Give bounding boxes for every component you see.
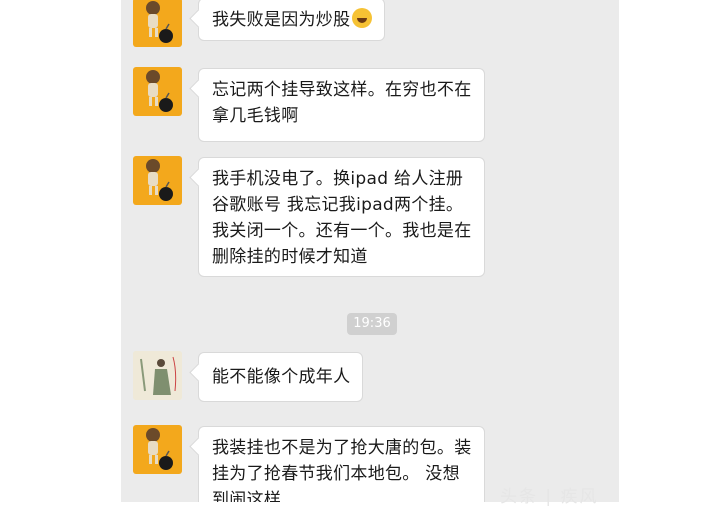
message-line: 我关闭一个。还有一个。我也是在	[212, 221, 472, 241]
message-line: 我手机没电了。换ipad 给人注册	[212, 169, 464, 189]
message-line: 拿几毛钱啊	[212, 106, 299, 126]
message-line: 谷歌账号 我忘记我ipad两个挂。	[212, 195, 464, 215]
message-line: 忘记两个挂导致这样。在穷也不在	[212, 80, 472, 100]
painting-figure-avatar[interactable]	[133, 351, 182, 400]
monk-bomb-avatar[interactable]	[133, 0, 182, 47]
monk-bomb-avatar[interactable]	[133, 425, 182, 474]
message-line: 删除挂的时候才知道	[212, 247, 368, 267]
chat-area: 我失败是因为炒股 忘记两个挂导致这样。在穷也不在 拿几毛钱啊 我手机没电了。换i…	[121, 0, 619, 502]
message-line: 挂为了抢春节我们本地包。 没想	[212, 464, 460, 484]
timestamp-label: 19:36	[347, 313, 397, 335]
message-bubble[interactable]: 忘记两个挂导致这样。在穷也不在 拿几毛钱啊	[198, 68, 485, 142]
message-line: 我装挂也不是为了抢大唐的包。装	[212, 438, 472, 458]
message-line: 能不能像个成年人	[212, 367, 351, 387]
message-line: 我失败是因为炒股	[212, 7, 373, 33]
watermark: 头条 | 疾风	[500, 487, 599, 507]
laughing-crying-emoji-icon	[352, 8, 373, 28]
monk-bomb-avatar[interactable]	[133, 156, 182, 205]
message-bubble[interactable]: 我装挂也不是为了抢大唐的包。装 挂为了抢春节我们本地包。 没想 到闹这样	[198, 426, 485, 502]
message-line: 到闹这样	[212, 490, 282, 502]
message-bubble[interactable]: 我手机没电了。换ipad 给人注册 谷歌账号 我忘记我ipad两个挂。 我关闭一…	[198, 157, 485, 277]
monk-bomb-avatar[interactable]	[133, 67, 182, 116]
message-bubble[interactable]: 能不能像个成年人	[198, 352, 364, 402]
message-bubble[interactable]: 我失败是因为炒股	[198, 0, 386, 41]
